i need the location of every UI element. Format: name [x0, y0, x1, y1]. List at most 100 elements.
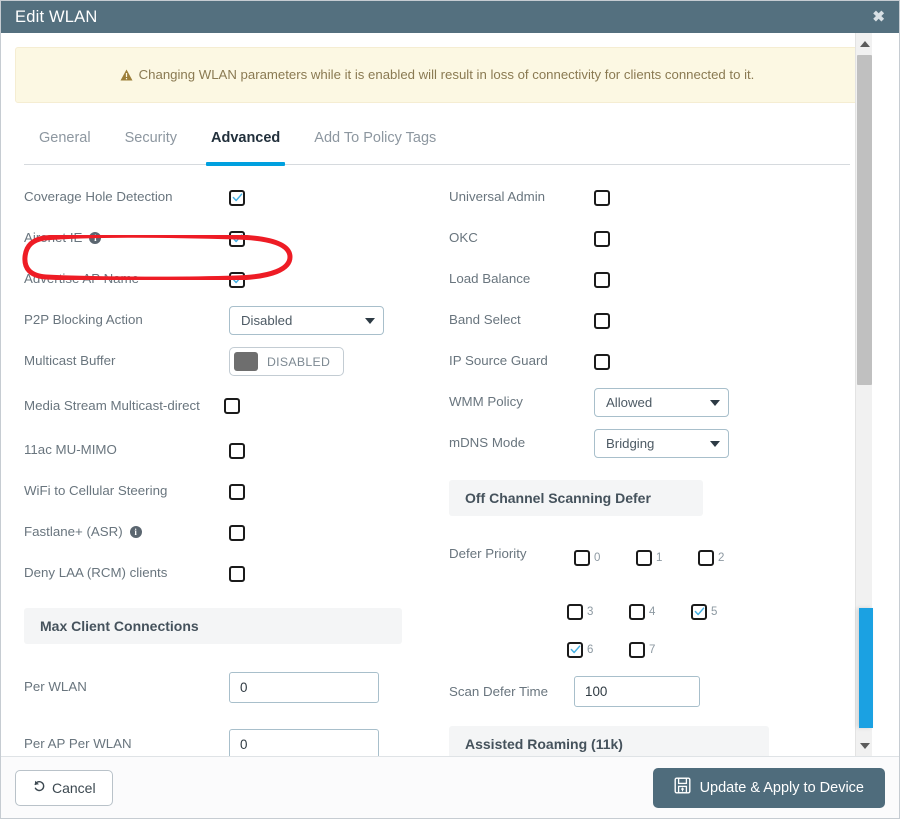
row-universal-admin: Universal Admin [449, 177, 861, 218]
defer-priority-label-7: 7 [649, 643, 656, 656]
checkbox-coverage-hole-detection[interactable] [229, 189, 245, 206]
defer-priority-label-1: 1 [656, 551, 663, 564]
row-mdns-mode: mDNS Mode Bridging [449, 423, 861, 464]
label-band-select: Band Select [449, 312, 521, 328]
checkbox-fastlane-asr[interactable] [229, 524, 245, 541]
row-okc: OKC [449, 218, 861, 259]
row-band-select: Band Select [449, 300, 861, 341]
row-p2p-blocking-action: P2P Blocking Action Disabled [24, 300, 431, 341]
cancel-button[interactable]: Cancel [15, 769, 113, 806]
update-and-apply-button[interactable]: Update & Apply to Device [652, 767, 885, 808]
row-advertise-ap-name: Advertise AP Name [24, 259, 431, 300]
checkbox-defer-priority-2[interactable] [698, 549, 714, 566]
checkbox-11ac-mu-mimo[interactable] [229, 442, 245, 459]
toggle-knob [234, 352, 258, 371]
label-media-stream-multicast-direct: Media Stream Multicast-direct [24, 397, 200, 413]
input-per-ap-per-wlan[interactable]: 0 [229, 729, 379, 756]
input-scan-defer-time[interactable]: 100 [574, 676, 700, 707]
checkbox-defer-priority-4[interactable] [629, 603, 645, 620]
update-and-apply-button-label: Update & Apply to Device [699, 779, 864, 796]
label-wmm-policy: WMM Policy [449, 394, 523, 410]
scroll-down-button[interactable] [856, 737, 873, 754]
label-universal-admin: Universal Admin [449, 189, 546, 205]
tab-add-to-policy-tags[interactable]: Add To Policy Tags [297, 130, 453, 164]
checkbox-okc[interactable] [594, 230, 610, 247]
label-okc: OKC [449, 230, 478, 246]
tab-bar: General Security Advanced Add To Policy … [24, 130, 850, 166]
tab-advanced[interactable]: Advanced [194, 130, 297, 166]
checkbox-universal-admin[interactable] [594, 189, 610, 206]
toggle-multicast-buffer-state: DISABLED [267, 354, 331, 369]
checkbox-wifi-to-cellular-steering[interactable] [229, 483, 245, 500]
save-disk-icon [674, 777, 691, 798]
right-settings-column: Universal Admin OKC Load Balance Band Se… [431, 177, 861, 756]
input-per-wlan[interactable]: 0 [229, 672, 379, 703]
modal-body-content: Changing WLAN parameters while it is ena… [1, 33, 873, 756]
checkbox-defer-priority-0[interactable] [574, 549, 590, 566]
defer-priority-label-2: 2 [718, 551, 725, 564]
checkbox-deny-laa-rcm-clients[interactable] [229, 565, 245, 582]
checkbox-media-stream-multicast-direct[interactable] [224, 398, 240, 414]
checkbox-defer-priority-1[interactable] [636, 549, 652, 566]
defer-priority-row-2: 3 4 5 [567, 598, 760, 625]
row-deny-laa-rcm-clients: Deny LAA (RCM) clients [24, 553, 431, 594]
label-11ac-mu-mimo: 11ac MU-MIMO [24, 442, 117, 458]
close-icon[interactable]: ✖ [872, 10, 885, 25]
select-wmm-policy-value: Allowed [606, 395, 653, 410]
row-media-stream-multicast-direct: Media Stream Multicast-direct [24, 382, 431, 430]
checkbox-advertise-ap-name[interactable] [229, 271, 245, 288]
row-load-balance: Load Balance [449, 259, 861, 300]
checkbox-ip-source-guard[interactable] [594, 353, 610, 370]
label-deny-laa-rcm-clients: Deny LAA (RCM) clients [24, 565, 168, 581]
select-mdns-mode[interactable]: Bridging [594, 429, 729, 458]
chevron-down-icon [365, 317, 375, 324]
tab-general[interactable]: General [24, 130, 108, 164]
defer-priority-cell-3: 3 [567, 603, 629, 620]
label-p2p-blocking-action: P2P Blocking Action [24, 312, 143, 328]
select-p2p-blocking-action-value: Disabled [241, 313, 293, 328]
modal-footer: Cancel Update & Apply to Device [1, 756, 899, 818]
modal-body: Changing WLAN parameters while it is ena… [1, 33, 899, 756]
label-multicast-buffer: Multicast Buffer [24, 353, 116, 369]
defer-priority-cell-7: 7 [629, 641, 691, 658]
checkbox-load-balance[interactable] [594, 271, 610, 288]
cancel-button-label: Cancel [52, 779, 96, 796]
label-coverage-hole-detection: Coverage Hole Detection [24, 189, 173, 205]
row-wmm-policy: WMM Policy Allowed [449, 382, 861, 423]
defer-priority-cell-1: 1 [636, 549, 698, 566]
info-icon[interactable]: i [89, 232, 102, 245]
checkbox-defer-priority-6[interactable] [567, 641, 583, 658]
checkbox-defer-priority-3[interactable] [567, 603, 583, 620]
undo-arrow-icon [32, 779, 46, 796]
scroll-up-button[interactable] [856, 35, 873, 52]
select-wmm-policy[interactable]: Allowed [594, 388, 729, 417]
row-coverage-hole-detection: Coverage Hole Detection [24, 177, 431, 218]
defer-priority-cell-6: 6 [567, 641, 629, 658]
row-aironet-ie: Aironet IE i [24, 218, 431, 259]
left-settings-column: Coverage Hole Detection Aironet IE i Adv… [1, 177, 431, 756]
toggle-multicast-buffer[interactable]: DISABLED [229, 347, 345, 376]
label-defer-priority: Defer Priority [449, 546, 527, 561]
warning-banner-text: Changing WLAN parameters while it is ena… [138, 66, 755, 82]
triangle-down-icon [859, 742, 870, 749]
defer-priority-cell-5: 5 [691, 603, 753, 620]
defer-priority-grid: 0 1 2 3 4 5 6 7 [567, 544, 760, 663]
checkbox-defer-priority-5[interactable] [691, 603, 707, 620]
edge-feedback-tab[interactable] [859, 608, 873, 728]
label-mdns-mode: mDNS Mode [449, 435, 526, 451]
modal-titlebar: Edit WLAN ✖ [1, 1, 899, 33]
label-load-balance: Load Balance [449, 271, 531, 287]
label-fastlane-asr-text: Fastlane+ (ASR) [24, 524, 123, 540]
info-icon[interactable]: i [129, 526, 142, 539]
checkbox-defer-priority-7[interactable] [629, 641, 645, 658]
warning-banner-text-wrap: Changing WLAN parameters while it is ena… [120, 66, 755, 84]
advanced-settings-form: Coverage Hole Detection Aironet IE i Adv… [1, 177, 873, 756]
label-advertise-ap-name: Advertise AP Name [24, 271, 140, 287]
checkbox-band-select[interactable] [594, 312, 610, 329]
select-p2p-blocking-action[interactable]: Disabled [229, 306, 384, 335]
scrollbar-thumb[interactable] [857, 55, 872, 385]
tab-security[interactable]: Security [108, 130, 194, 164]
label-aironet-ie: Aironet IE i [24, 230, 229, 247]
checkbox-aironet-ie[interactable] [229, 230, 245, 247]
row-fastlane-asr: Fastlane+ (ASR) i [24, 512, 431, 553]
